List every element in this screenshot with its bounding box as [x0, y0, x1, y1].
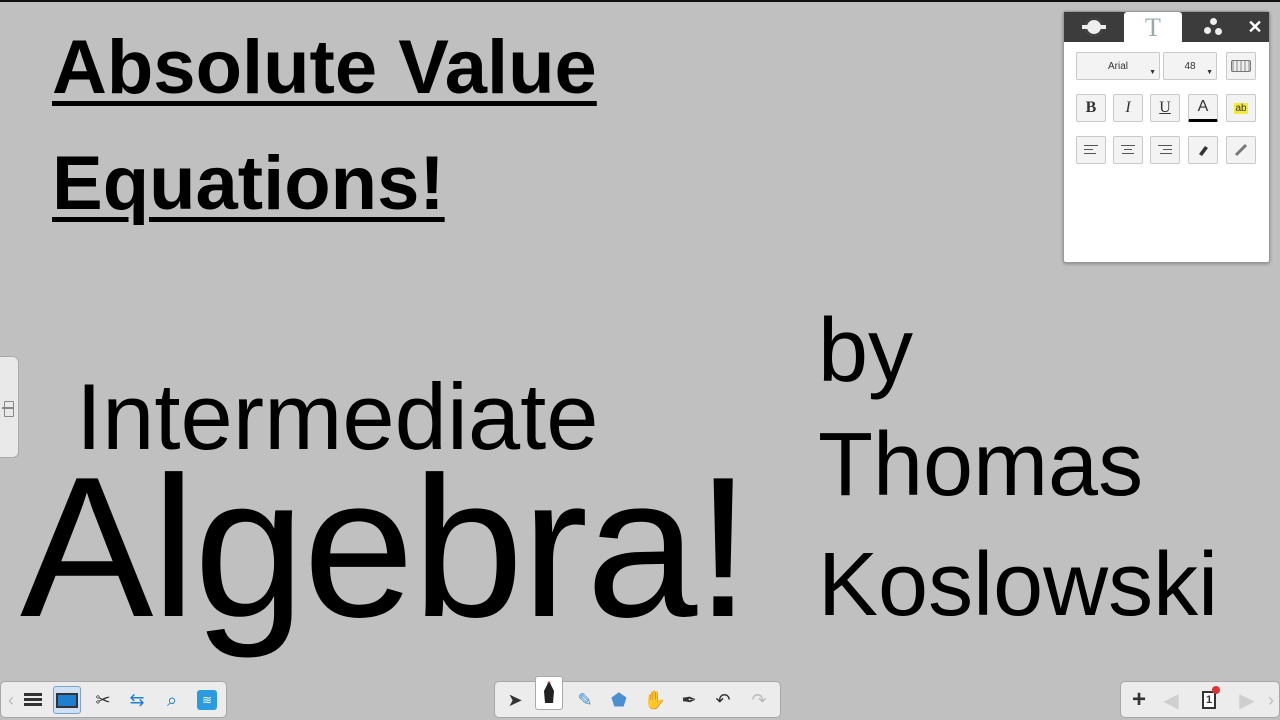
magnifier-icon: ⌕: [166, 689, 178, 710]
redo-icon: ↷: [751, 689, 767, 710]
text-properties-panel: T ✕ Arial ▼ 48 ▼ B I U A ab: [1063, 11, 1270, 263]
panel-tab-bar: T ✕: [1064, 12, 1269, 44]
keyboard-icon: [1231, 60, 1251, 72]
highlighter-button[interactable]: ✎: [571, 686, 599, 714]
chevron-down-icon: ▼: [1206, 69, 1213, 76]
close-icon[interactable]: ✕: [1242, 12, 1268, 42]
magic-pen-icon: ✒: [681, 689, 697, 710]
side-panel-handle[interactable]: [0, 356, 19, 458]
main-toolbar-pages: + ◀ 1 ▶ ›: [1120, 681, 1280, 718]
screen-share-button[interactable]: ⇆: [123, 686, 151, 714]
pen-button[interactable]: [535, 676, 563, 710]
hand-icon: ✋: [643, 689, 667, 710]
underline-button[interactable]: U: [1150, 94, 1180, 122]
add-page-icon: +: [1131, 686, 1146, 713]
bold-button[interactable]: B: [1076, 94, 1106, 122]
menu-button[interactable]: [19, 686, 47, 714]
link-icon: [1234, 143, 1248, 157]
shape-fill-icon: ⬟: [611, 689, 627, 710]
tab-text[interactable]: T: [1124, 12, 1182, 44]
collapse-left-icon[interactable]: ‹: [5, 686, 17, 714]
gear-icon: [1082, 18, 1106, 36]
keyboard-button[interactable]: [1226, 52, 1256, 80]
text-tool-icon: T: [1145, 13, 1161, 42]
main-toolbar-left: ‹ ✂ ⇆ ⌕ ≋: [0, 681, 227, 718]
eraser-icon: [1199, 146, 1208, 156]
highlighter-icon: ✎: [577, 689, 593, 710]
align-right-button[interactable]: [1150, 136, 1180, 164]
align-right-icon: [1158, 144, 1172, 156]
page-sorter-button[interactable]: 1: [1195, 686, 1223, 714]
undo-button[interactable]: ↶: [709, 686, 737, 714]
main-word-text: Algebra!: [20, 436, 751, 659]
display-icon: [56, 692, 78, 708]
magic-pen-button[interactable]: ✒: [675, 686, 703, 714]
tools-icon: ✂: [95, 689, 111, 710]
font-color-icon: A: [1197, 98, 1209, 115]
select-arrow-icon: ➤: [507, 689, 523, 710]
align-center-icon: [1121, 144, 1135, 156]
previous-page-button[interactable]: ◀: [1157, 686, 1185, 714]
effects-icon: [1204, 18, 1224, 36]
highlight-button[interactable]: ab: [1226, 94, 1256, 122]
menu-icon: [24, 693, 42, 707]
add-page-button[interactable]: +: [1125, 686, 1153, 714]
notification-dot: [1212, 686, 1220, 694]
undo-icon: ↶: [715, 689, 731, 710]
grip-icon: [2, 401, 14, 417]
hand-button[interactable]: ✋: [641, 686, 669, 714]
magnifier-button[interactable]: ⌕: [158, 686, 186, 714]
shape-button[interactable]: ⬟: [605, 686, 633, 714]
page-sorter-icon: 1: [1202, 686, 1220, 709]
next-page-button[interactable]: ▶: [1233, 686, 1261, 714]
author-by-text: by: [818, 301, 914, 401]
main-toolbar-tools: ➤ ✎ ⬟ ✋ ✒ ↶ ↷: [494, 676, 781, 718]
tab-properties[interactable]: [1066, 12, 1122, 42]
chevron-down-icon: ▼: [1149, 69, 1156, 76]
tab-effects[interactable]: [1186, 12, 1242, 42]
tools-button[interactable]: ✂: [89, 686, 117, 714]
author-first-name: Thomas: [818, 415, 1144, 515]
font-family-select[interactable]: Arial ▼: [1076, 52, 1160, 80]
format-painter-button[interactable]: [1188, 136, 1218, 164]
screen-share-icon: ⇆: [129, 689, 145, 710]
wireless-icon: ≋: [197, 690, 217, 710]
wireless-button[interactable]: ≋: [193, 686, 221, 714]
title-line-1: Absolute Value: [52, 25, 597, 110]
align-left-icon: [1084, 144, 1098, 156]
previous-page-icon: ◀: [1163, 689, 1179, 712]
font-color-button[interactable]: A: [1188, 94, 1218, 122]
font-size-select[interactable]: 48 ▼: [1163, 52, 1217, 80]
select-button[interactable]: ➤: [501, 686, 529, 714]
align-left-button[interactable]: [1076, 136, 1106, 164]
highlight-icon: ab: [1234, 102, 1248, 114]
pen-icon: [544, 681, 554, 703]
page-number: 1: [1205, 694, 1213, 706]
author-last-name: Koslowski: [818, 535, 1219, 635]
collapse-right-icon[interactable]: ›: [1265, 686, 1277, 714]
link-button[interactable]: [1226, 136, 1256, 164]
align-center-button[interactable]: [1113, 136, 1143, 164]
italic-button[interactable]: I: [1113, 94, 1143, 122]
next-page-icon: ▶: [1239, 689, 1255, 712]
window-top-border: [0, 0, 1280, 2]
font-size-value: 48: [1184, 60, 1196, 72]
display-button[interactable]: [53, 686, 81, 714]
redo-button[interactable]: ↷: [745, 686, 773, 714]
font-family-value: Arial: [1107, 60, 1128, 72]
title-line-2: Equations!: [52, 141, 445, 226]
